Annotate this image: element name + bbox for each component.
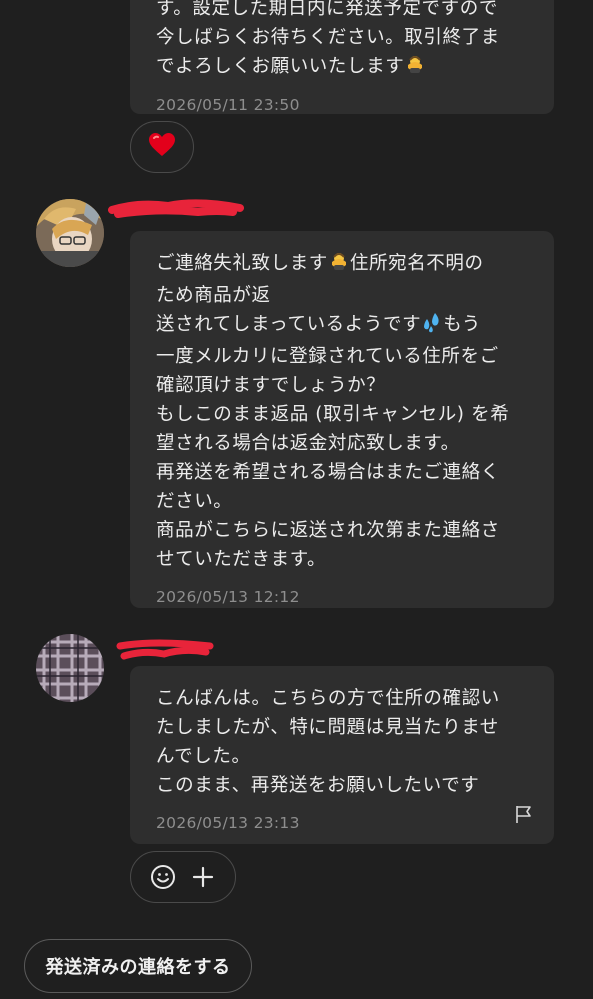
redacted-name bbox=[116, 639, 214, 660]
message-line: でよろしくお願いいたします bbox=[156, 52, 528, 84]
message-line: 商品がこちらに返送され次第また連絡さ bbox=[156, 520, 500, 541]
buyer-avatar[interactable] bbox=[36, 634, 104, 702]
message-bubble: ご連絡失礼致します 住所宛名不明の ため商品が返 送されてしまっているようです … bbox=[130, 231, 554, 608]
message-line: 確認頂けますでしょうか？ bbox=[156, 375, 386, 396]
message-timestamp: 2026/05/13 12:12 bbox=[156, 588, 300, 606]
message-line: 送されてしまっているようです もう bbox=[156, 310, 528, 342]
sweat-droplets-icon bbox=[421, 311, 443, 342]
message-timestamp: 2026/05/11 23:50 bbox=[156, 96, 300, 114]
message-line: せていただきます。 bbox=[156, 549, 327, 570]
message-bubble: す。設定した期日内に発送予定ですので 今しばらくお待ちください。取引終了ま でよ… bbox=[130, 0, 554, 114]
message-line: 望される場合は返金対応致します。 bbox=[156, 433, 460, 454]
message-line: たしましたが、特に問題は見当たりませ bbox=[156, 717, 499, 738]
message-bubble: こんばんは。こちらの方で住所の確認い たしましたが、特に問題は見当たりませ んで… bbox=[130, 666, 554, 844]
message-line: 今しばらくお待ちください。取引終了ま bbox=[156, 27, 500, 48]
message-timestamp: 2026/05/13 23:13 bbox=[156, 814, 300, 832]
message-actions bbox=[130, 851, 236, 903]
bowing-person-icon bbox=[404, 53, 426, 84]
message-line: こんばんは。こちらの方で住所の確認い bbox=[156, 688, 500, 709]
message-line: ため商品が返 bbox=[156, 285, 271, 306]
message-line: このまま、再発送をお願いしたいです bbox=[156, 775, 480, 796]
seller-avatar[interactable] bbox=[36, 199, 104, 267]
smiley-icon[interactable] bbox=[147, 861, 179, 893]
red-heart-icon bbox=[148, 132, 176, 162]
message-line: す。設定した期日内に発送予定ですので bbox=[156, 0, 498, 19]
shipped-notice-button[interactable]: 発送済みの連絡をする bbox=[24, 939, 252, 993]
message-line: ご連絡失礼致します 住所宛名不明の bbox=[156, 249, 528, 281]
message-line: 再発送を希望される場合はまたご連絡く bbox=[156, 462, 500, 483]
bowing-person-icon bbox=[328, 250, 350, 281]
plus-icon[interactable] bbox=[187, 861, 219, 893]
message-line: んでした。 bbox=[156, 746, 251, 767]
chat-screen: す。設定した期日内に発送予定ですので 今しばらくお待ちください。取引終了ま でよ… bbox=[0, 0, 593, 999]
message-line: ださい。 bbox=[156, 491, 233, 512]
redacted-name bbox=[108, 199, 244, 218]
message-line: 一度メルカリに登録されている住所をご bbox=[156, 346, 499, 367]
shipped-notice-button-label: 発送済みの連絡をする bbox=[45, 957, 231, 978]
heart-reaction[interactable] bbox=[130, 121, 194, 173]
message-line: もしこのまま返品 (取引キャンセル) を希 bbox=[156, 404, 510, 425]
flag-icon[interactable] bbox=[514, 804, 534, 824]
